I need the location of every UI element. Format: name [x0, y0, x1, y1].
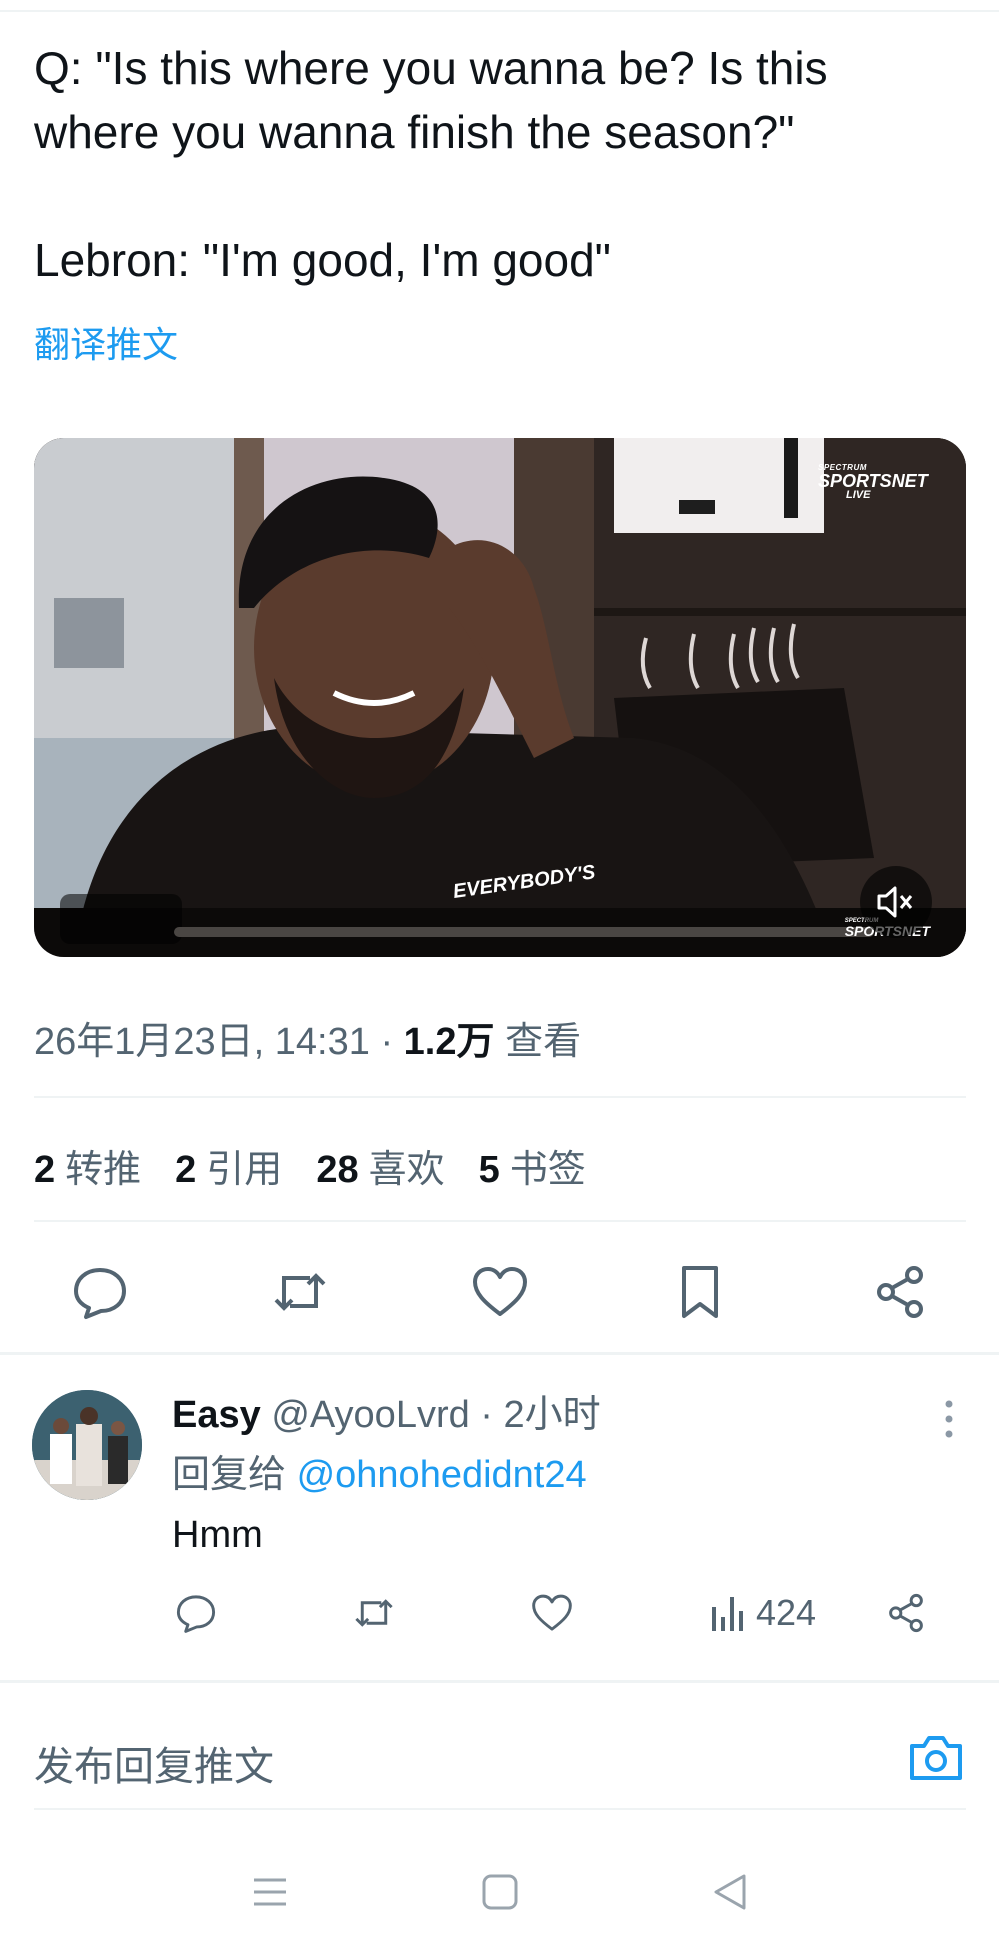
reply-button[interactable] — [70, 1262, 130, 1322]
stat-label: 喜欢 — [368, 1149, 445, 1191]
reply-reply-button[interactable] — [174, 1588, 218, 1638]
broadcaster-logo-live: LIVE — [846, 489, 871, 501]
stat-label: 书签 — [509, 1149, 586, 1191]
reply-header: Easy @AyooLvrd · 2小时 — [172, 1390, 601, 1440]
retweet-button[interactable] — [270, 1262, 330, 1322]
system-navigation-bar — [0, 1850, 999, 1930]
stat-label: 引用 — [206, 1149, 283, 1191]
tweet-text-line-1: Q: "Is this where you wanna be? Is this — [34, 42, 828, 94]
camera-button[interactable] — [906, 1728, 966, 1788]
top-divider — [0, 10, 999, 12]
tweet-text: Q: "Is this where you wanna be? Is this … — [34, 36, 964, 292]
replying-to-mention[interactable]: @ohnohedidnt24 — [297, 1454, 587, 1496]
reply-tweet[interactable]: Easy @AyooLvrd · 2小时 回复给 @ohnohedidnt24 … — [0, 1360, 999, 1680]
share-icon — [889, 1593, 923, 1633]
avatar[interactable] — [32, 1390, 142, 1500]
reply-input[interactable]: 发布回复推文 — [34, 1734, 274, 1792]
section-divider — [0, 1680, 999, 1683]
stat-bookmarks[interactable]: 5 书签 — [478, 1138, 586, 1191]
avatar-image — [32, 1390, 142, 1500]
share-icon — [877, 1266, 923, 1318]
video-progress-bar[interactable] — [174, 927, 874, 937]
volume-mute-icon — [877, 886, 913, 918]
back-triangle-icon — [714, 1874, 746, 1910]
stat-count: 2 — [175, 1149, 197, 1191]
reply-author-name[interactable]: Easy — [172, 1394, 261, 1436]
reply-composer[interactable]: 发布回复推文 — [34, 1726, 966, 1796]
camera-icon — [910, 1736, 962, 1780]
reply-share-button[interactable] — [884, 1588, 928, 1638]
bookmark-button[interactable] — [670, 1262, 730, 1322]
retweet-icon — [274, 1273, 326, 1311]
analytics-icon — [712, 1597, 743, 1631]
like-icon — [473, 1267, 527, 1316]
like-button[interactable] — [470, 1262, 530, 1322]
reply-actions: 424 — [172, 1588, 952, 1638]
stat-quotes[interactable]: 2 引用 — [175, 1138, 283, 1191]
tweet-text-line-3: Lebron: "I'm good, I'm good" — [34, 234, 611, 286]
more-vertical-icon — [945, 1400, 953, 1438]
tweet-actions — [34, 1262, 966, 1322]
menu-button[interactable] — [240, 1862, 300, 1922]
reply-text: Hmm — [172, 1514, 263, 1556]
reply-views-count: 424 — [756, 1592, 817, 1633]
stat-count: 2 — [34, 1149, 56, 1191]
meta-separator: · — [380, 1021, 394, 1063]
tweet-meta: 26年1月23日, 14:31 · 1.2万 查看 — [34, 1010, 581, 1065]
menu-icon — [254, 1878, 286, 1906]
back-button[interactable] — [700, 1862, 760, 1922]
reply-icon — [74, 1268, 126, 1319]
stat-count: 28 — [316, 1149, 359, 1191]
reply-author-handle: @AyooLvrd · 2小时 — [271, 1394, 601, 1436]
views-label: 查看 — [505, 1021, 582, 1063]
tweet-timestamp: 26年1月23日, 14:31 — [34, 1021, 370, 1063]
home-button[interactable] — [470, 1862, 530, 1922]
section-divider — [0, 1352, 999, 1355]
like-icon — [532, 1594, 572, 1631]
stat-likes[interactable]: 28 喜欢 — [316, 1138, 445, 1191]
video-frame: EVERYBODY'S — [34, 438, 966, 957]
views-count: 1.2万 — [403, 1021, 495, 1063]
divider — [34, 1096, 966, 1098]
retweet-icon — [355, 1599, 393, 1627]
share-button[interactable] — [870, 1262, 930, 1322]
translate-tweet-link[interactable]: 翻译推文 — [34, 316, 178, 368]
replying-to-label: 回复给 — [172, 1454, 287, 1496]
stat-label: 转推 — [65, 1149, 142, 1191]
tweet-detail-page: Q: "Is this where you wanna be? Is this … — [0, 0, 999, 1946]
home-square-icon — [482, 1874, 518, 1910]
tweet-video[interactable]: EVERYBODY'S SPECTRUM SPORTSNET LIVE SPEC… — [34, 438, 966, 957]
tweet-text-line-2: where you wanna finish the season?" — [34, 106, 795, 158]
video-timer — [60, 894, 182, 944]
replying-to: 回复给 @ohnohedidnt24 — [172, 1450, 587, 1500]
mute-button[interactable] — [860, 866, 932, 938]
broadcaster-logo-name: SPORTSNET — [818, 471, 928, 491]
reply-like-button[interactable] — [530, 1588, 574, 1638]
divider — [34, 1220, 966, 1222]
more-options-button[interactable] — [939, 1396, 959, 1442]
tweet-stats: 2 转推 2 引用 28 喜欢 5 书签 — [34, 1138, 586, 1191]
reply-icon — [176, 1595, 216, 1633]
divider — [34, 1808, 966, 1810]
stat-retweets[interactable]: 2 转推 — [34, 1138, 142, 1191]
reply-retweet-button[interactable] — [352, 1588, 396, 1638]
reply-views-button[interactable]: 424 — [710, 1588, 816, 1638]
broadcaster-logo: SPECTRUM SPORTSNET LIVE — [818, 464, 928, 501]
stat-count: 5 — [478, 1149, 500, 1191]
bookmark-icon — [682, 1266, 718, 1318]
